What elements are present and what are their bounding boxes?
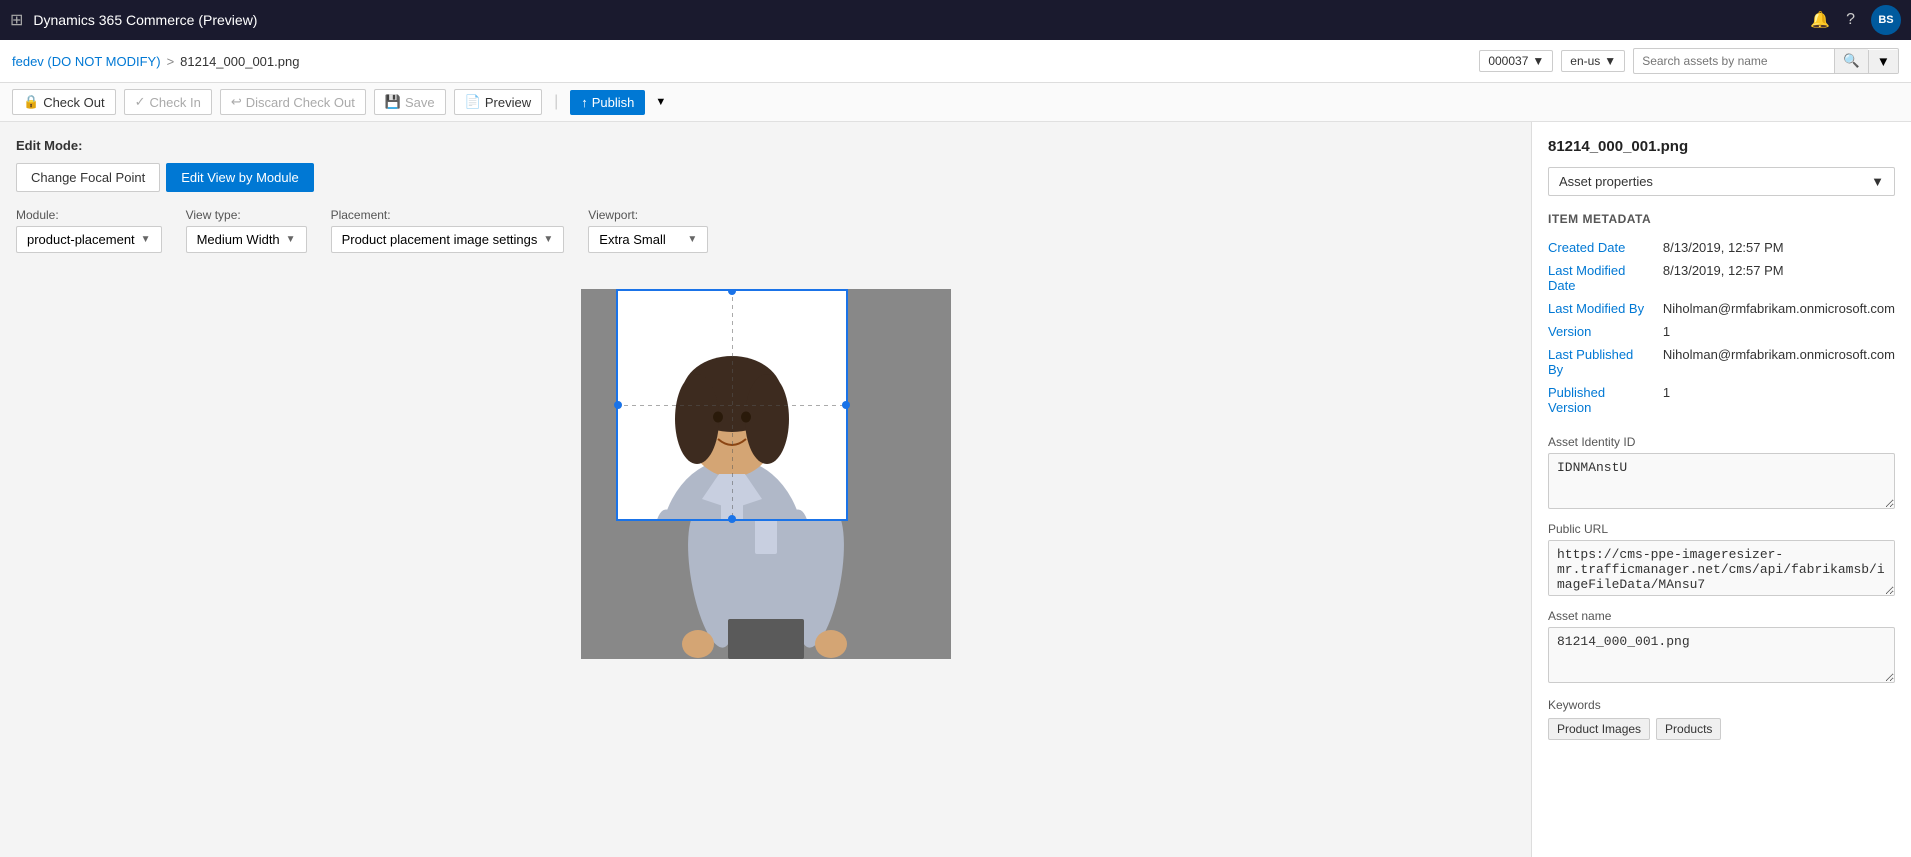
placement-dropdown[interactable]: Product placement image settings ▼ [331,226,565,253]
meta-label: Last Modified Date [1548,259,1663,297]
meta-value: 1 [1663,320,1895,343]
image-container[interactable] [581,289,951,659]
help-icon[interactable]: ? [1846,11,1855,29]
breadcrumb: fedev (DO NOT MODIFY) > 81214_000_001.pn… [12,54,299,69]
breadcrumb-separator: > [167,54,175,69]
breadcrumb-link[interactable]: fedev (DO NOT MODIFY) [12,54,161,69]
avatar[interactable]: BS [1871,5,1901,35]
save-icon: 💾 [385,94,401,110]
lock-icon: 🔒 [23,94,39,110]
table-row: Last Modified ByNiholman@rmfabrikam.onmi… [1548,297,1895,320]
chevron-down-icon: ▼ [543,234,553,245]
publish-button[interactable]: ↑ Publish [570,90,645,115]
edit-mode-label: Edit Mode: [16,138,1515,153]
discard-icon: ↩ [231,94,242,110]
tenant-selector[interactable]: 000037 ▼ [1479,50,1553,72]
item-metadata-section-title: ITEM METADATA [1548,212,1895,226]
right-panel-filename: 81214_000_001.png [1548,138,1895,155]
bell-icon[interactable]: 🔔 [1810,10,1830,30]
keyword-tag[interactable]: Products [1656,718,1721,740]
asset-identity-label: Asset Identity ID [1548,435,1895,449]
search-dropdown-button[interactable]: ▼ [1868,50,1898,73]
publish-dropdown-button[interactable]: ▼ [653,96,668,108]
viewtype-control: View type: Medium Width ▼ [186,208,307,253]
change-focal-point-button[interactable]: Change Focal Point [16,163,160,192]
search-input[interactable] [1634,50,1834,72]
meta-label: Version [1548,320,1663,343]
module-control: Module: product-placement ▼ [16,208,162,253]
meta-label: Published Version [1548,381,1663,419]
meta-label: Last Modified By [1548,297,1663,320]
preview-icon: 📄 [465,94,481,110]
save-button[interactable]: 💾 Save [374,89,446,115]
main-layout: Edit Mode: Change Focal Point Edit View … [0,122,1911,857]
breadcrumb-bar: fedev (DO NOT MODIFY) > 81214_000_001.pn… [0,40,1911,83]
table-row: Created Date8/13/2019, 12:57 PM [1548,236,1895,259]
placement-control: Placement: Product placement image setti… [331,208,565,253]
controls-row: Module: product-placement ▼ View type: M… [16,208,1515,253]
edit-area: Edit Mode: Change Focal Point Edit View … [0,122,1531,857]
preview-button[interactable]: 📄 Preview [454,89,542,115]
table-row: Last Published ByNiholman@rmfabrikam.onm… [1548,343,1895,381]
public-url-label: Public URL [1548,522,1895,536]
viewport-control: Viewport: Extra Small ▼ [588,208,708,253]
module-dropdown[interactable]: product-placement ▼ [16,226,162,253]
metadata-table: Created Date8/13/2019, 12:57 PMLast Modi… [1548,236,1895,419]
public-url-field[interactable]: https://cms-ppe-imageresizer-mr.trafficm… [1548,540,1895,596]
meta-value: Niholman@rmfabrikam.onmicrosoft.com [1663,297,1895,320]
toolbar-separator: | [554,93,558,111]
chevron-down-icon: ▼ [141,234,151,245]
checkin-button[interactable]: ✓ Check In [124,89,212,115]
asset-props-dropdown[interactable]: Asset properties ▼ [1548,167,1895,196]
placement-label: Placement: [331,208,565,222]
upload-icon: ↑ [581,95,588,110]
checkin-icon: ✓ [135,94,146,110]
toolbar: 🔒 Check Out ✓ Check In ↩ Discard Check O… [0,83,1911,122]
table-row: Version1 [1548,320,1895,343]
search-button[interactable]: 🔍 [1834,49,1868,73]
keywords-label: Keywords [1548,698,1895,712]
breadcrumb-current: 81214_000_001.png [180,54,299,69]
image-canvas [16,269,1515,679]
right-panel: 81214_000_001.png Asset properties ▼ ITE… [1531,122,1911,857]
app-title: Dynamics 365 Commerce (Preview) [33,12,1800,28]
topbar-icons: 🔔 ? BS [1810,5,1901,35]
discard-button[interactable]: ↩ Discard Check Out [220,89,366,115]
asset-name-label: Asset name [1548,609,1895,623]
meta-label: Last Published By [1548,343,1663,381]
meta-value: 1 [1663,381,1895,419]
keyword-tag[interactable]: Product Images [1548,718,1650,740]
crop-preview [616,289,848,521]
edit-view-by-module-button[interactable]: Edit View by Module [166,163,314,192]
search-box: 🔍 ▼ [1633,48,1899,74]
asset-identity-field[interactable]: IDNMAnstU [1548,453,1895,509]
meta-value: Niholman@rmfabrikam.onmicrosoft.com [1663,343,1895,381]
asset-name-field[interactable]: 81214_000_001.png [1548,627,1895,683]
checkout-button[interactable]: 🔒 Check Out [12,89,116,115]
meta-label: Created Date [1548,236,1663,259]
meta-value: 8/13/2019, 12:57 PM [1663,236,1895,259]
keywords-section: Keywords Product Images Products [1548,698,1895,740]
table-row: Last Modified Date8/13/2019, 12:57 PM [1548,259,1895,297]
chevron-down-icon: ▼ [687,234,697,245]
module-label: Module: [16,208,162,222]
breadcrumb-right: 000037 ▼ en-us ▼ 🔍 ▼ [1479,48,1899,74]
grid-icon[interactable]: ⊞ [10,10,23,30]
viewtype-dropdown[interactable]: Medium Width ▼ [186,226,307,253]
edit-mode-buttons: Change Focal Point Edit View by Module [16,163,1515,192]
viewport-dropdown[interactable]: Extra Small ▼ [588,226,708,253]
meta-value: 8/13/2019, 12:57 PM [1663,259,1895,297]
viewport-label: Viewport: [588,208,708,222]
table-row: Published Version1 [1548,381,1895,419]
chevron-down-icon: ▼ [1871,174,1884,189]
locale-selector[interactable]: en-us ▼ [1561,50,1625,72]
topbar: ⊞ Dynamics 365 Commerce (Preview) 🔔 ? BS [0,0,1911,40]
chevron-down-icon: ▼ [286,234,296,245]
keyword-tags: Product Images Products [1548,718,1895,740]
viewtype-label: View type: [186,208,307,222]
